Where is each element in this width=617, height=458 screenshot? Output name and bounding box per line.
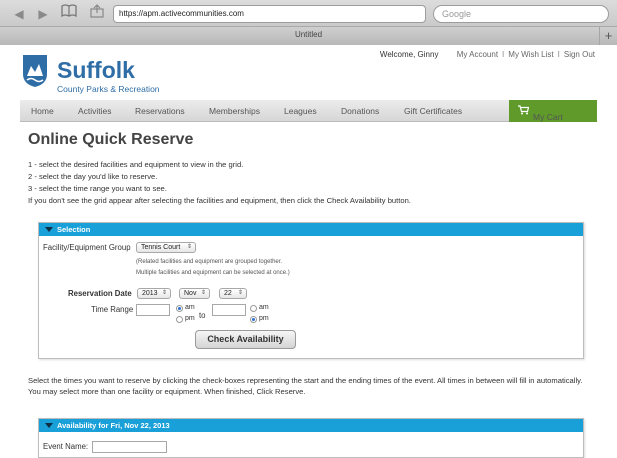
separator: I xyxy=(502,50,505,59)
end-am-radio[interactable] xyxy=(250,305,257,312)
availability-header[interactable]: Availability for Fri, Nov 22, 2013 xyxy=(39,419,583,432)
nav-activities[interactable]: Activities xyxy=(78,106,112,116)
start-time-input[interactable] xyxy=(136,304,170,316)
group-note: (Related facilities and equipment are gr… xyxy=(136,259,283,265)
nav-home[interactable]: Home xyxy=(31,106,54,116)
month-select[interactable]: Nov ⇕ xyxy=(179,288,210,299)
group-select-value: Tennis Court xyxy=(141,244,181,251)
time-range-label: Time Range xyxy=(91,305,134,314)
collapse-icon[interactable] xyxy=(45,227,53,232)
select-arrows-icon: ⇕ xyxy=(161,290,167,296)
nav-reservations[interactable]: Reservations xyxy=(135,106,185,116)
instruction-line: 1 - select the desired facilities and eq… xyxy=(28,160,244,169)
nav-gift-certificates[interactable]: Gift Certificates xyxy=(404,106,462,116)
brand-subtitle: County Parks & Recreation xyxy=(57,84,160,94)
day-select[interactable]: 22 ⇕ xyxy=(219,288,247,299)
start-am-radio[interactable] xyxy=(176,305,183,312)
year-select[interactable]: 2013 ⇕ xyxy=(137,288,171,299)
date-label: Reservation Date xyxy=(68,289,132,298)
pm-label: pm xyxy=(185,315,195,322)
page: Suffolk County Parks & Recreation Welcom… xyxy=(0,45,617,458)
share-icon[interactable] xyxy=(88,4,106,20)
to-label: to xyxy=(199,311,206,320)
year-value: 2013 xyxy=(142,290,158,297)
new-tab-button[interactable]: + xyxy=(599,27,617,46)
pm-label: pm xyxy=(259,315,269,322)
group-select[interactable]: Tennis Court ⇕ xyxy=(136,242,196,253)
address-bar[interactable]: https://apm.activecommunities.com xyxy=(113,5,426,23)
am-label: am xyxy=(259,304,269,311)
day-value: 22 xyxy=(224,290,232,297)
nav-memberships[interactable]: Memberships xyxy=(209,106,260,116)
event-name-input[interactable] xyxy=(92,441,167,453)
main-nav: Home Activities Reservations Memberships… xyxy=(20,100,597,122)
grid-instruction-line: Select the times you want to reserve by … xyxy=(28,376,583,385)
group-note: Multiple facilities and equipment can be… xyxy=(136,270,290,276)
grid-instructions: Select the times you want to reserve by … xyxy=(28,375,598,397)
forward-icon[interactable]: ▶ xyxy=(34,6,52,22)
end-pm-radio[interactable] xyxy=(250,316,257,323)
nav-leagues[interactable]: Leagues xyxy=(284,106,317,116)
end-time-input[interactable] xyxy=(212,304,246,316)
collapse-icon[interactable] xyxy=(45,423,53,428)
month-value: Nov xyxy=(184,290,197,297)
user-bar: Welcome, Ginny My Account I My Wish List I S… xyxy=(380,50,595,59)
tab-title[interactable]: Untitled xyxy=(0,30,617,39)
browser-toolbar: ◀ ▶ https://apm.activecommunities.com Go… xyxy=(0,0,617,46)
sign-out-link[interactable]: Sign Out xyxy=(564,50,595,59)
my-account-link[interactable]: My Account xyxy=(457,50,498,59)
instruction-line: 3 - select the time range you want to se… xyxy=(28,184,167,193)
selection-header[interactable]: Selection xyxy=(39,223,583,236)
cart-icon xyxy=(518,105,529,115)
shield-logo-icon xyxy=(23,55,47,87)
welcome-text: Welcome, Ginny xyxy=(379,50,439,59)
instruction-line: 2 - select the day you'd like to reserve… xyxy=(28,172,158,181)
group-label: Facility/Equipment Group xyxy=(43,243,131,252)
page-title: Online Quick Reserve xyxy=(28,131,194,148)
my-cart-button[interactable]: My Cart xyxy=(509,100,597,122)
select-arrows-icon: ⇕ xyxy=(200,290,206,296)
select-arrows-icon: ⇕ xyxy=(186,244,192,250)
separator: I xyxy=(557,50,560,59)
cart-label: My Cart xyxy=(533,112,563,122)
start-pm-radio[interactable] xyxy=(176,316,183,323)
selection-header-label: Selection xyxy=(57,225,91,234)
instructions: 1 - select the desired facilities and eq… xyxy=(28,159,411,207)
select-arrows-icon: ⇕ xyxy=(237,290,243,296)
brand-name: Suffolk xyxy=(57,57,135,83)
back-icon[interactable]: ◀ xyxy=(10,6,28,22)
nav-donations[interactable]: Donations xyxy=(341,106,379,116)
tab-bar: Untitled + xyxy=(0,26,617,46)
bookmarks-icon[interactable] xyxy=(60,4,78,20)
grid-instruction-line: You may select more than one facility or… xyxy=(28,387,306,396)
availability-panel: Availability for Fri, Nov 22, 2013 Event… xyxy=(38,418,584,458)
my-wish-list-link[interactable]: My Wish List xyxy=(508,50,553,59)
instruction-line: If you don't see the grid appear after s… xyxy=(28,196,411,205)
selection-panel: Selection Facility/Equipment Group Tenni… xyxy=(38,222,584,359)
am-label: am xyxy=(185,304,195,311)
search-field[interactable]: Google xyxy=(433,5,609,23)
availability-header-label: Availability for Fri, Nov 22, 2013 xyxy=(57,421,170,430)
check-availability-button[interactable]: Check Availability xyxy=(195,330,296,349)
